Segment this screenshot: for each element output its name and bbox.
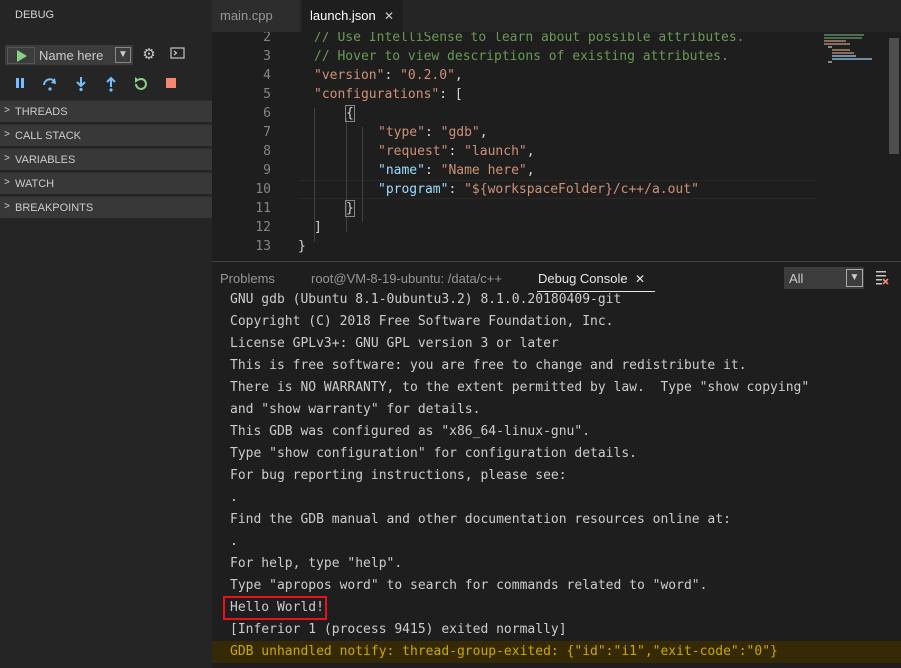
line-number: 9 bbox=[263, 163, 271, 178]
close-icon[interactable]: ✕ bbox=[384, 0, 394, 32]
section-label: THREADS bbox=[15, 106, 68, 118]
line-number: 10 bbox=[255, 182, 271, 197]
step-out-icon[interactable] bbox=[103, 76, 119, 94]
line-number: 11 bbox=[255, 201, 271, 216]
line-number: 13 bbox=[255, 239, 271, 254]
debug-sidebar: DEBUG Name here ▼ ⚙ > THREADS > CALL STA… bbox=[0, 0, 212, 668]
start-debugging-icon[interactable] bbox=[7, 47, 35, 64]
code-line: ] bbox=[314, 220, 322, 235]
console-line: . bbox=[230, 534, 238, 549]
code-line: // Hover to view descriptions of existin… bbox=[314, 49, 729, 64]
close-icon[interactable]: ✕ bbox=[635, 272, 645, 286]
console-line: . bbox=[230, 490, 238, 505]
chevron-right-icon: > bbox=[4, 105, 10, 116]
tab-label: main.cpp bbox=[220, 8, 273, 23]
code-line: "program": "${workspaceFolder}/c++/a.out… bbox=[378, 182, 699, 197]
chevron-right-icon: > bbox=[4, 177, 10, 188]
tab-label: launch.json bbox=[310, 8, 376, 23]
console-line: GNU gdb (Ubuntu 8.1-0ubuntu3.2) 8.1.0.20… bbox=[230, 292, 622, 307]
minimap[interactable] bbox=[824, 32, 888, 261]
chevron-right-icon: > bbox=[4, 201, 10, 212]
tab-main-cpp[interactable]: main.cpp bbox=[212, 0, 301, 32]
console-line: There is NO WARRANTY, to the extent perm… bbox=[230, 380, 810, 395]
console-line: This GDB was configured as "x86_64-linux… bbox=[230, 424, 591, 439]
tab-debug-console[interactable]: Debug Console bbox=[538, 271, 628, 286]
indent-guide bbox=[362, 127, 363, 222]
section-call-stack[interactable]: > CALL STACK bbox=[0, 124, 212, 146]
bottom-panel: Problems root@VM-8-19-ubuntu: /data/c++ … bbox=[212, 261, 901, 668]
filter-value: All bbox=[789, 271, 804, 286]
section-label: BREAKPOINTS bbox=[15, 202, 94, 214]
clear-console-icon[interactable] bbox=[875, 269, 889, 285]
stop-icon[interactable] bbox=[163, 76, 179, 94]
step-into-icon[interactable] bbox=[73, 76, 89, 94]
line-number: 12 bbox=[255, 220, 271, 235]
chevron-down-icon[interactable]: ▼ bbox=[115, 47, 131, 63]
gear-icon[interactable]: ⚙ bbox=[141, 46, 157, 64]
highlight-box bbox=[223, 596, 327, 620]
console-warning-line: GDB unhandled notify: thread-group-exite… bbox=[230, 644, 778, 659]
code-line: { bbox=[345, 105, 355, 122]
chevron-right-icon: > bbox=[4, 129, 10, 140]
line-number: 8 bbox=[263, 144, 271, 159]
sidebar-title: DEBUG bbox=[15, 9, 55, 21]
pause-icon[interactable] bbox=[12, 76, 28, 94]
section-label: CALL STACK bbox=[15, 130, 82, 142]
code-line: "name": "Name here", bbox=[378, 163, 535, 178]
console-line: Type "apropos word" to search for comman… bbox=[230, 578, 708, 593]
console-line: [Inferior 1 (process 9415) exited normal… bbox=[230, 622, 567, 637]
step-over-icon[interactable] bbox=[42, 76, 58, 94]
console-line: Type "show configuration" for configurat… bbox=[230, 446, 637, 461]
code-line: "request": "launch", bbox=[378, 144, 535, 159]
debug-config-select[interactable]: Name here ▼ bbox=[5, 45, 133, 65]
debug-console-icon[interactable] bbox=[170, 46, 186, 64]
code-line: "type": "gdb", bbox=[378, 125, 488, 140]
chevron-right-icon: > bbox=[4, 153, 10, 164]
code-line: } bbox=[345, 200, 355, 217]
tab-problems[interactable]: Problems bbox=[220, 271, 275, 286]
console-line: For bug reporting instructions, please s… bbox=[230, 468, 567, 483]
line-number: 5 bbox=[263, 87, 271, 102]
scrollbar-thumb[interactable] bbox=[889, 38, 899, 154]
code-line: } bbox=[298, 239, 306, 254]
code-line: "version": "0.2.0", bbox=[314, 68, 463, 83]
console-line: Copyright (C) 2018 Free Software Foundat… bbox=[230, 314, 614, 329]
section-label: VARIABLES bbox=[15, 154, 76, 166]
code-line: // Use IntelliSense to learn about possi… bbox=[314, 32, 745, 45]
line-number: 4 bbox=[263, 68, 271, 83]
chevron-down-icon[interactable]: ▼ bbox=[846, 269, 863, 287]
console-line: This is free software: you are free to c… bbox=[230, 358, 747, 373]
section-label: WATCH bbox=[15, 178, 55, 190]
line-number: 3 bbox=[263, 49, 271, 64]
line-number: 2 bbox=[263, 32, 271, 45]
restart-icon[interactable] bbox=[133, 76, 149, 94]
code-line: "configurations": [ bbox=[314, 87, 463, 102]
tab-launch-json[interactable]: launch.json ✕ bbox=[302, 0, 403, 32]
console-line: License GPLv3+: GNU GPL version 3 or lat… bbox=[230, 336, 559, 351]
section-watch[interactable]: > WATCH bbox=[0, 172, 212, 194]
section-breakpoints[interactable]: > BREAKPOINTS bbox=[0, 196, 212, 218]
debug-config-name: Name here bbox=[39, 48, 104, 63]
section-threads[interactable]: > THREADS bbox=[0, 100, 212, 122]
line-number: 6 bbox=[263, 106, 271, 121]
editor-tabs: main.cpp launch.json ✕ bbox=[212, 0, 901, 32]
console-filter-select[interactable]: All ▼ bbox=[784, 267, 864, 289]
console-line: and "show warranty" for details. bbox=[230, 402, 481, 417]
code-editor[interactable]: 2 3 4 5 6 7 8 9 10 11 12 13 // Use Intel… bbox=[212, 32, 901, 261]
editor-scrollbar[interactable] bbox=[888, 32, 901, 261]
console-line: Find the GDB manual and other documentat… bbox=[230, 512, 731, 527]
console-line: For help, type "help". bbox=[230, 556, 403, 571]
line-number: 7 bbox=[263, 125, 271, 140]
section-variables[interactable]: > VARIABLES bbox=[0, 148, 212, 170]
tab-terminal[interactable]: root@VM-8-19-ubuntu: /data/c++ bbox=[311, 271, 502, 286]
